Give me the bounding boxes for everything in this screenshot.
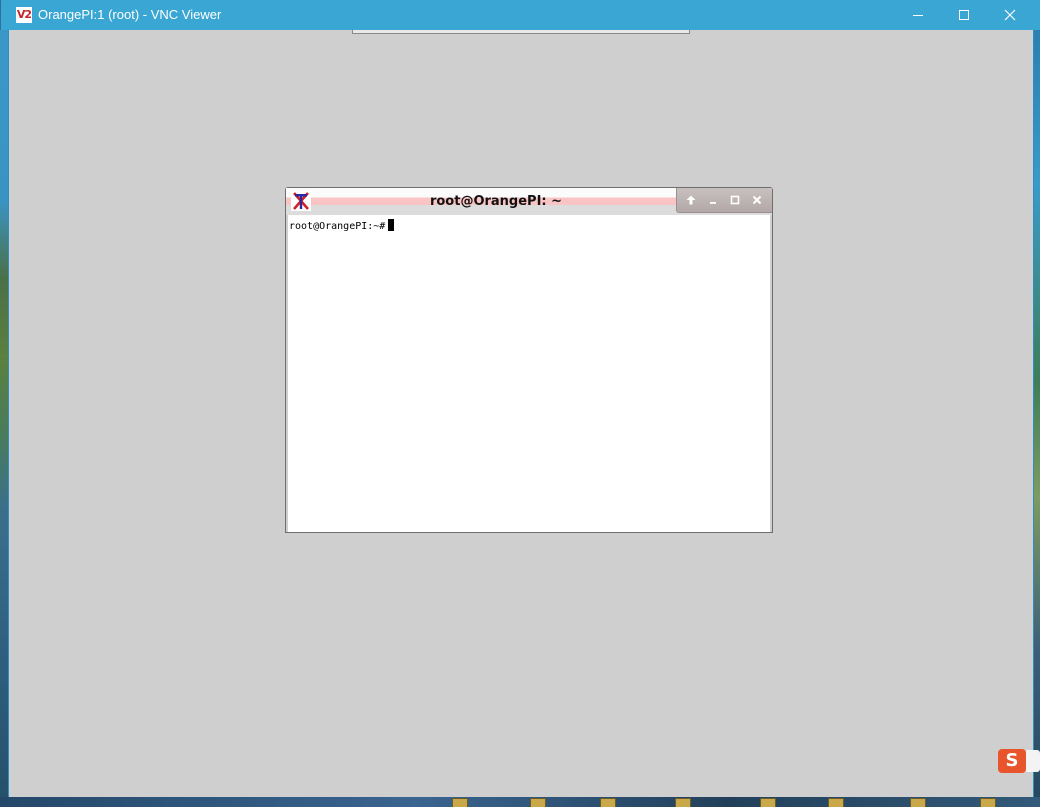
zoom-icon[interactable] [729,194,741,206]
remote-top-panel[interactable] [352,30,690,34]
taskbar-icon[interactable] [675,798,691,807]
text-cursor [388,219,395,231]
xterm-close-icon[interactable] [751,194,763,206]
taskbar-icon[interactable] [600,798,616,807]
iconify-icon[interactable] [707,194,719,206]
xterm-window[interactable]: root@OrangePI: ~ root@OrangePI:~# [285,187,773,533]
taskbar-icon[interactable] [980,798,996,807]
vnc-viewer-window: V2 OrangePI:1 (root) - VNC Viewer root@O… [1,0,1040,797]
app-icon[interactable]: V2 [16,7,32,23]
remote-desktop-viewport[interactable]: root@OrangePI: ~ root@OrangePI:~# [9,30,1033,797]
shell-prompt: root@OrangePI:~# [289,221,386,232]
maximize-icon [959,10,969,20]
window-title: OrangePI:1 (root) - VNC Viewer [38,7,222,22]
shell-prompt-line: root@OrangePI:~# [289,219,395,233]
ime-toolbar-edge[interactable] [1026,750,1040,772]
terminal-area[interactable]: root@OrangePI:~# [288,215,770,532]
close-button[interactable] [987,0,1033,30]
taskbar-icon[interactable] [760,798,776,807]
desktop-wallpaper-left [0,30,8,807]
taskbar-icon[interactable] [452,798,468,807]
minimize-icon [913,15,923,16]
window-titlebar[interactable]: V2 OrangePI:1 (root) - VNC Viewer [1,0,1040,30]
taskbar-icon[interactable] [530,798,546,807]
taskbar-icon[interactable] [910,798,926,807]
xterm-title: root@OrangePI: ~ [429,194,563,209]
maximize-button[interactable] [941,0,987,30]
xterm-window-buttons [676,188,772,213]
desktop-taskbar-strip [0,797,1040,807]
taskbar-icon[interactable] [828,798,844,807]
sogou-ime-icon[interactable]: S [998,749,1026,773]
minimize-button[interactable] [895,0,941,30]
desktop: V2 OrangePI:1 (root) - VNC Viewer root@O… [0,0,1040,807]
shade-icon[interactable] [685,194,697,206]
xterm-titlebar[interactable]: root@OrangePI: ~ [286,188,772,215]
close-icon [1004,9,1016,21]
